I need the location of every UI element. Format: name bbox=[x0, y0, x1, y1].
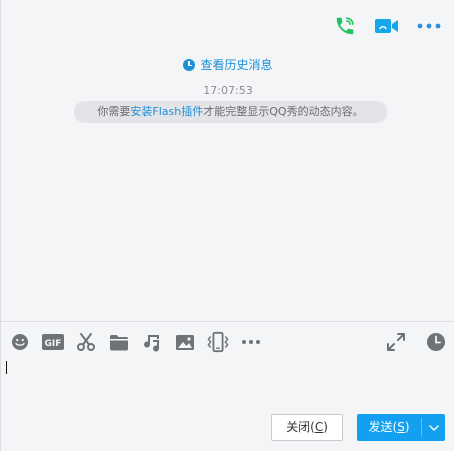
gif-label: GIF bbox=[45, 339, 62, 349]
message-timestamp: 17:07:53 bbox=[203, 84, 253, 97]
history-clock-icon[interactable] bbox=[425, 331, 447, 353]
message-area: 查看历史消息 17:07:53 你需要安装Flash插件才能完整显示QQ秀的动态… bbox=[1, 48, 454, 320]
more-options-icon[interactable] bbox=[416, 13, 442, 39]
install-flash-link[interactable]: 安装Flash插件 bbox=[130, 105, 203, 118]
music-icon[interactable] bbox=[141, 331, 163, 353]
header-actions bbox=[332, 13, 442, 39]
divider bbox=[1, 321, 454, 322]
close-button[interactable]: 关闭(C) bbox=[271, 414, 343, 441]
text-caret bbox=[6, 361, 7, 374]
more-tools-icon[interactable] bbox=[240, 331, 262, 353]
send-label-text: 发送 bbox=[368, 420, 393, 434]
toolbar-right bbox=[385, 331, 447, 353]
phone-call-icon[interactable] bbox=[332, 13, 358, 39]
scissors-icon[interactable] bbox=[75, 331, 97, 353]
image-icon[interactable] bbox=[174, 331, 196, 353]
view-history-label: 查看历史消息 bbox=[200, 58, 273, 72]
shake-icon[interactable] bbox=[207, 331, 229, 353]
system-notice: 你需要安装Flash插件才能完整显示QQ秀的动态内容。 bbox=[74, 101, 387, 123]
notice-text-before: 你需要 bbox=[97, 105, 131, 118]
send-options-chevron-down-icon[interactable] bbox=[422, 414, 445, 441]
notice-text-after: 才能完整显示QQ秀的动态内容。 bbox=[203, 105, 364, 118]
send-button-shortcut: S bbox=[397, 420, 405, 434]
emoji-icon[interactable] bbox=[9, 331, 31, 353]
folder-icon[interactable] bbox=[108, 331, 130, 353]
send-button[interactable]: 发送(S) bbox=[357, 414, 445, 441]
send-button-label: 发送(S) bbox=[368, 420, 410, 434]
close-button-shortcut: C bbox=[314, 420, 324, 434]
chat-window: 查看历史消息 17:07:53 你需要安装Flash插件才能完整显示QQ秀的动态… bbox=[0, 0, 454, 451]
clock-icon bbox=[183, 58, 196, 71]
message-input[interactable] bbox=[5, 357, 449, 405]
view-history-link[interactable]: 查看历史消息 bbox=[1, 56, 454, 73]
gif-icon[interactable]: GIF bbox=[42, 331, 64, 353]
close-button-label: 关闭 bbox=[286, 420, 311, 434]
video-call-icon[interactable] bbox=[374, 13, 400, 39]
expand-icon[interactable] bbox=[385, 331, 407, 353]
input-toolbar: GIF bbox=[9, 331, 262, 353]
